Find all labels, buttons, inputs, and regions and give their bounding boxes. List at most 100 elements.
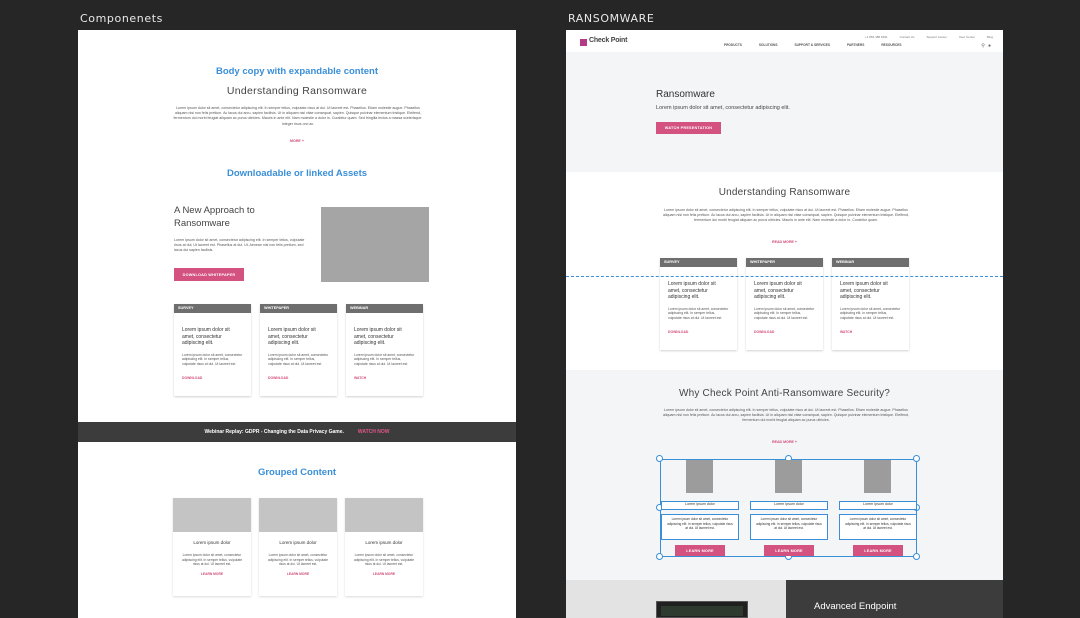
feature-image: [775, 460, 802, 493]
card-watch-link[interactable]: WATCH: [832, 330, 909, 334]
card-body: Lorem ipsum dolor sit amet, consectetur …: [268, 352, 329, 366]
card-title: Lorem ipsum dolor sit amet, consectetur …: [668, 281, 716, 300]
components-artboard: Body copy with expandable content Unders…: [78, 30, 516, 618]
advanced-endpoint-section: Advanced Endpoint: [786, 580, 1003, 618]
resource-card[interactable]: WEBINAR Lorem ipsum dolor sit amet, cons…: [346, 304, 423, 396]
card-tag: SURVEY: [174, 304, 251, 313]
asset-body: Lorem ipsum dolor sit amet, consectetur …: [174, 238, 305, 253]
card-tag: WHITEPAPER: [260, 304, 337, 313]
grouped-card-body: Lorem ipsum dolor sit amet, consectetur …: [181, 553, 243, 567]
card-body: Lorem ipsum dolor sit amet, consectetur …: [182, 352, 243, 366]
resource-card[interactable]: SURVEY Lorem ipsum dolor sit amet, conse…: [660, 258, 737, 350]
card-download-link[interactable]: DOWNLOAD: [660, 330, 737, 334]
utility-links: +1 866 488 6691 Contact Us Support Cente…: [865, 35, 993, 39]
more-link[interactable]: MORE +: [78, 139, 516, 143]
learn-more-button[interactable]: LEARN MORE: [764, 545, 814, 556]
section-heading-assets: Downloadable or linked Assets: [226, 168, 368, 179]
read-more-link[interactable]: READ MORE +: [566, 240, 1003, 244]
laptop-image: [656, 601, 748, 618]
banner-text: GDPR - Changing the Data Privacy Game.: [244, 429, 344, 435]
grouped-card-body: Lorem ipsum dolor sit amet, consectetur …: [267, 553, 329, 567]
resource-card[interactable]: WHITEPAPER Lorem ipsum dolor sit amet, c…: [260, 304, 337, 396]
user-icon[interactable]: ●: [988, 43, 991, 49]
card-tag: SURVEY: [660, 258, 737, 267]
card-download-link[interactable]: DOWNLOAD: [174, 376, 251, 380]
logo-text[interactable]: Check Point: [589, 37, 627, 44]
card-title: Lorem ipsum dolor sit amet, consectetur …: [182, 327, 230, 346]
resource-card[interactable]: WHITEPAPER Lorem ipsum dolor sit amet, c…: [746, 258, 823, 350]
card-body: Lorem ipsum dolor sit amet, consectetur …: [840, 306, 901, 320]
grouped-card[interactable]: Lorem ipsum dolor Lorem ipsum dolor sit …: [259, 498, 337, 596]
grouped-card-title: Lorem ipsum dolor: [193, 540, 231, 545]
contact-link[interactable]: Contact Us: [900, 35, 915, 39]
card-tag: WEBINAR: [832, 258, 909, 267]
learn-more-link[interactable]: LEARN MORE: [345, 572, 423, 576]
grouped-card[interactable]: Lorem ipsum dolor Lorem ipsum dolor sit …: [345, 498, 423, 596]
feature-title: Lorem ipsum dolor: [661, 501, 739, 510]
ransomware-artboard: Check Point +1 866 488 6691 Contact Us S…: [566, 30, 1003, 618]
card-title: Lorem ipsum dolor sit amet, consectetur …: [754, 281, 802, 300]
phone-link[interactable]: +1 866 488 6691: [865, 35, 888, 39]
feature-body: Lorem ipsum dolor sit amet, consectetur …: [750, 514, 828, 540]
nav-products[interactable]: PRODUCTS: [724, 43, 742, 47]
resize-handle[interactable]: [656, 553, 663, 560]
nav-solutions[interactable]: SOLUTIONS: [759, 43, 778, 47]
feature-body: Lorem ipsum dolor sit amet, consectetur …: [839, 514, 917, 540]
card-tag: WEBINAR: [346, 304, 423, 313]
resource-card[interactable]: WEBINAR Lorem ipsum dolor sit amet, cons…: [832, 258, 909, 350]
understanding-title: Understanding Ransomware: [718, 187, 851, 198]
card-title: Lorem ipsum dolor sit amet, consectetur …: [840, 281, 888, 300]
card-download-link[interactable]: DOWNLOAD: [260, 376, 337, 380]
main-nav: PRODUCTS SOLUTIONS SUPPORT & SERVICES PA…: [724, 43, 902, 47]
resize-handle[interactable]: [656, 455, 663, 462]
card-download-link[interactable]: DOWNLOAD: [746, 330, 823, 334]
card-body: Lorem ipsum dolor sit amet, consectetur …: [754, 306, 815, 320]
section-heading-grouped: Grouped Content: [257, 467, 337, 478]
learn-more-button[interactable]: LEARN MORE: [675, 545, 725, 556]
card-body: Lorem ipsum dolor sit amet, consectetur …: [668, 306, 729, 320]
search-icon[interactable]: ⚲: [981, 43, 985, 49]
user-center-link[interactable]: User Center: [959, 35, 975, 39]
asset-title: A New Approach to Ransomware: [174, 205, 255, 229]
learn-more-link[interactable]: LEARN MORE: [173, 572, 251, 576]
resize-handle[interactable]: [913, 455, 920, 462]
learn-more-link[interactable]: LEARN MORE: [259, 572, 337, 576]
advanced-endpoint-title: Advanced Endpoint: [814, 601, 897, 612]
section-heading-body-copy: Body copy with expandable content: [215, 66, 379, 77]
support-center-link[interactable]: Support Center: [926, 35, 946, 39]
understanding-section: Understanding Ransomware Lorem ipsum dol…: [566, 172, 1003, 370]
watch-now-link[interactable]: WATCH NOW: [358, 429, 390, 435]
nav-support-services[interactable]: SUPPORT & SERVICES: [795, 43, 831, 47]
card-watch-link[interactable]: WATCH: [346, 376, 423, 380]
watch-presentation-button[interactable]: WATCH PRESENTATION: [656, 122, 721, 134]
grouped-card-image: [345, 498, 423, 532]
understanding-body: Lorem ipsum dolor sit amet, consectetur …: [662, 208, 910, 223]
grouped-card-image: [259, 498, 337, 532]
checkpoint-logo-icon[interactable]: [580, 39, 587, 46]
card-tag: WHITEPAPER: [746, 258, 823, 267]
hero-title: Ransomware: [656, 89, 715, 100]
nav-resources[interactable]: RESOURCES: [881, 43, 901, 47]
resource-card[interactable]: SURVEY Lorem ipsum dolor sit amet, conse…: [174, 304, 251, 396]
resize-handle[interactable]: [913, 553, 920, 560]
feature-title: Lorem ipsum dolor: [750, 501, 828, 510]
site-navbar: Check Point +1 866 488 6691 Contact Us S…: [566, 30, 1003, 52]
learn-more-button[interactable]: LEARN MORE: [853, 545, 903, 556]
body-paragraph: Lorem ipsum dolor sit amet, consectetur …: [173, 106, 423, 126]
why-read-more-link[interactable]: READ MORE +: [566, 440, 1003, 444]
why-body: Lorem ipsum dolor sit amet, consectetur …: [662, 408, 910, 423]
card-title: Lorem ipsum dolor sit amet, consectetur …: [354, 327, 402, 346]
blog-link[interactable]: Blog: [987, 35, 993, 39]
product-image-area: [566, 580, 786, 618]
why-title: Why Check Point Anti-Ransomware Security…: [678, 388, 891, 399]
hero-section: Ransomware Lorem ipsum dolor sit amet, c…: [566, 52, 1003, 172]
feature-image: [864, 460, 891, 493]
download-whitepaper-button[interactable]: DOWNLOAD WHITEPAPER: [174, 268, 244, 281]
feature-image: [686, 460, 713, 493]
hero-subtitle: Lorem ipsum dolor sit amet, consectetur …: [656, 105, 790, 111]
banner-label: Webinar Replay:: [204, 429, 244, 435]
grouped-card[interactable]: Lorem ipsum dolor Lorem ipsum dolor sit …: [173, 498, 251, 596]
nav-partners[interactable]: PARTNERS: [847, 43, 864, 47]
card-title: Lorem ipsum dolor sit amet, consectetur …: [268, 327, 316, 346]
artboard-label-ransomware: RANSOMWARE: [568, 12, 655, 25]
